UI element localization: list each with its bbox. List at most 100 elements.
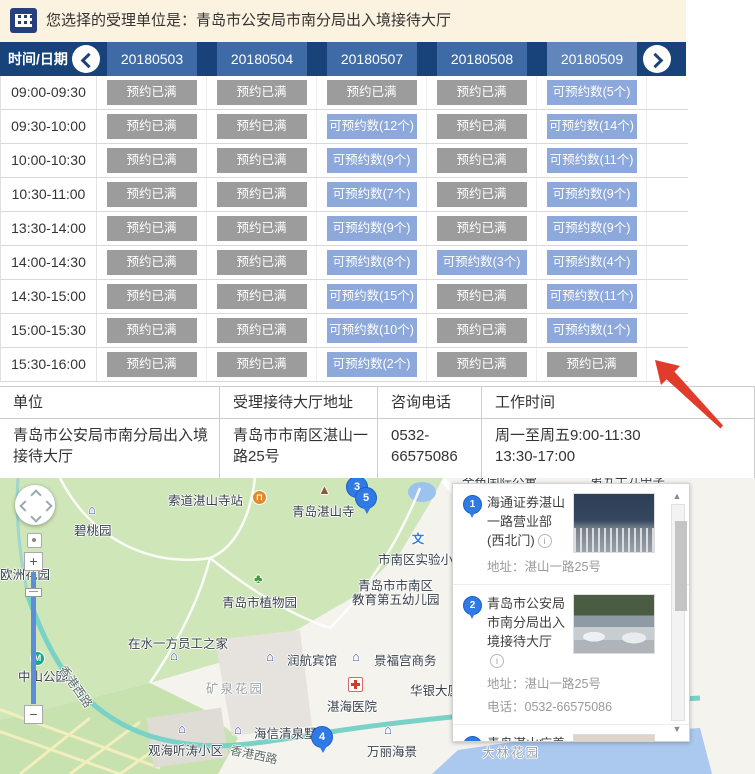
chevron-left-icon [80,52,97,69]
slot-available-button[interactable]: 可预约数(8个) [326,250,417,275]
time-slot-label: 14:00-14:30 [1,246,97,279]
scroll-up-icon[interactable]: ▲ [668,490,686,502]
info-icon[interactable]: i [490,654,504,668]
slot-full-button: 预约已满 [326,80,417,105]
schedule-row: 10:30-11:00 预约已满 预约已满 可预约数(7个) 预约已满 可预约数… [1,178,688,212]
time-slot-label: 09:30-10:00 [1,110,97,143]
slot-available-button[interactable]: 可预约数(10个) [326,318,417,343]
slot-full-button: 预约已满 [436,148,527,173]
schedule-row: 14:30-15:00 预约已满 预约已满 可预约数(15个) 预约已满 可预约… [1,280,688,314]
pan-up-icon [30,489,42,501]
map-label: 万丽海景 [367,745,418,759]
scrollbar-thumb[interactable] [675,521,687,611]
schedule-row: 14:00-14:30 预约已满 预约已满 可预约数(8个) 可预约数(3个) … [1,246,688,280]
map-canvas[interactable]: 金色国际公寓 第五十九中学 索道湛山寺站 ⊓ 青岛湛山寺 ▲ 碧桃园 ⌂ 欧洲花… [0,478,755,774]
date-tab[interactable]: 20180504 [217,42,307,76]
schedule-row: 13:30-14:00 预约已满 预约已满 可预约数(9个) 预约已满 可预约数… [1,212,688,246]
prev-dates-button[interactable] [72,45,100,73]
slot-full-button: 预约已满 [546,352,637,377]
result-phone: 电话：0532-66575086 [487,700,613,714]
slot-full-button: 预约已满 [216,114,307,139]
hospital-icon [348,677,363,692]
slot-full-button: 预约已满 [216,318,307,343]
map-label: 矿泉花园 [206,682,265,696]
map-label: 在水一方员工之家 [128,637,229,651]
tree-icon: ♣ [254,571,263,586]
time-slot-label: 09:00-09:30 [1,76,97,109]
schedule-row: 15:30-16:00 预约已满 预约已满 可预约数(2个) 预约已满 预约已满 [1,348,688,382]
pan-left-icon [19,500,31,512]
house-icon: ⌂ [88,502,96,517]
info-address-value: 青岛市市南区湛山一路25号 [220,419,378,478]
hotel-icon: ⌂ [352,649,360,664]
panel-marker-1: 1 [463,495,482,518]
slot-full-button: 预约已满 [106,216,197,241]
map-locate-button[interactable] [27,533,42,548]
zoom-out-button[interactable]: − [24,705,43,724]
slot-full-button: 预约已满 [436,114,527,139]
result-address: 地址：湛山一路25号 [487,560,601,574]
house-icon: ⌂ [170,648,178,663]
map-label: 湛海医院 [327,700,378,714]
slot-available-button[interactable]: 可预约数(9个) [546,182,637,207]
calendar-icon [10,8,37,33]
map-marker-4[interactable]: 4 [311,726,333,753]
date-tab-selected[interactable]: 20180509 [547,42,637,76]
slot-available-button[interactable]: 可预约数(2个) [326,352,417,377]
info-header-phone: 咨询电话 [378,387,482,418]
map-label: 海信清泉墅 [254,727,317,741]
map-label: 市南区实验小 [378,553,454,567]
schedule-grid: 09:00-09:30 预约已满 预约已满 预约已满 预约已满 可预约数(5个)… [0,76,688,382]
slot-available-button[interactable]: 可预约数(3个) [436,250,527,275]
slot-full-button: 预约已满 [216,352,307,377]
map-marker-5[interactable]: 5 [355,487,377,514]
map-pan-control[interactable] [15,485,55,525]
scroll-down-icon[interactable]: ▼ [668,723,686,735]
slot-available-button[interactable]: 可预约数(7个) [326,182,417,207]
slot-available-button[interactable]: 可预约数(15个) [326,284,417,309]
slot-full-button: 预约已满 [216,250,307,275]
slot-available-button[interactable]: 可预约数(9个) [326,148,417,173]
list-item[interactable]: 1 海通证券湛山一路营业部(西北门) i 地址：湛山一路25号 [453,484,689,585]
photo-thumbnail[interactable] [573,734,655,741]
zoom-in-button[interactable]: + [24,552,43,571]
slot-available-button[interactable]: 可预约数(1个) [546,318,637,343]
slot-available-button[interactable]: 可预约数(14个) [546,114,637,139]
hotel-icon: ⌂ [266,649,274,664]
date-tab[interactable]: 20180508 [437,42,527,76]
slot-full-button: 预约已满 [436,216,527,241]
photo-thumbnail[interactable] [573,493,655,553]
panel-scrollbar[interactable]: ▲ ▼ [668,490,687,735]
next-dates-button[interactable] [643,45,671,73]
scrollbar-track[interactable] [671,504,687,721]
list-item[interactable]: 2 青岛市公安局市南分局出入境接待大厅i 地址：湛山一路25号 电话：0532-… [453,585,689,725]
slot-available-button[interactable]: 可预约数(5个) [546,80,637,105]
cable-car-icon: ⊓ [252,490,267,505]
page: 您选择的受理单位是：青岛市公安局市南分局出入境接待大厅 时间/日期 201805… [0,0,755,774]
slot-full-button: 预约已满 [216,148,307,173]
info-icon[interactable]: i [537,534,552,548]
house-icon: ⌂ [178,721,186,736]
slot-available-button[interactable]: 可预约数(9个) [546,216,637,241]
slot-available-button[interactable]: 可预约数(11个) [546,148,637,173]
zoom-slider-handle[interactable] [25,588,42,597]
result-title: 海通证券湛山一路营业部(西北门) i [487,495,566,548]
map-results-panel: 1 海通证券湛山一路营业部(西北门) i 地址：湛山一路25号 2 青岛市公安局市… [452,483,690,742]
slot-full-button: 预约已满 [106,250,197,275]
date-tab[interactable]: 20180503 [107,42,197,76]
slot-available-button[interactable]: 可预约数(4个) [546,250,637,275]
pan-right-icon [41,500,53,512]
slot-available-button[interactable]: 可预约数(11个) [546,284,637,309]
slot-available-button[interactable]: 可预约数(12个) [326,114,417,139]
slot-available-button[interactable]: 可预约数(9个) [326,216,417,241]
photo-thumbnail[interactable] [573,594,655,654]
date-tab[interactable]: 20180507 [327,42,417,76]
schedule-row: 10:00-10:30 预约已满 预约已满 可预约数(9个) 预约已满 可预约数… [1,144,688,178]
slot-full-button: 预约已满 [106,148,197,173]
info-header-unit: 单位 [0,387,220,418]
slot-full-button: 预约已满 [216,284,307,309]
list-item[interactable]: 3 青岛湛山疗养院i 地址：南区青 [453,725,689,741]
slot-full-button: 预约已满 [436,352,527,377]
map-label: 教育第五幼儿园 [352,593,440,607]
map-label: 青岛市植物园 [222,596,298,610]
